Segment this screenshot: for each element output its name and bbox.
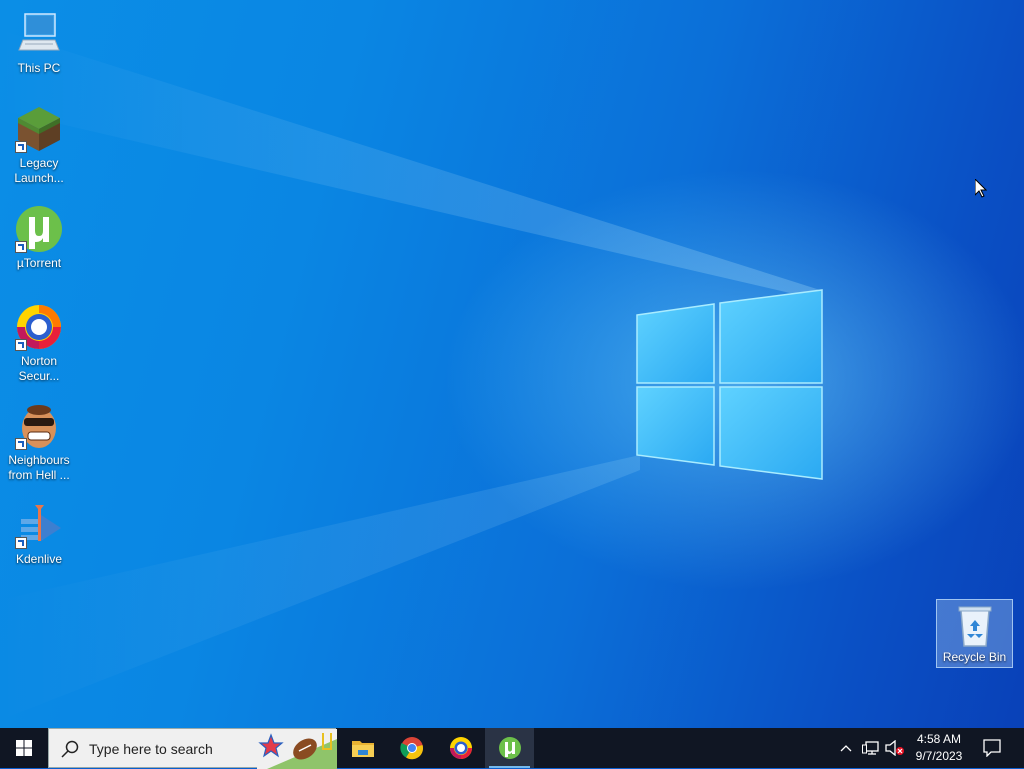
recycle-bin-icon [955,604,995,648]
minecraft-grass-block-icon [15,105,63,153]
desktop-icon-label: µTorrent [16,256,62,270]
desktop-icon-neighbours-from-hell[interactable]: Neighbours from Hell ... [1,402,77,483]
desktop-icon-norton[interactable]: Norton Secur... [1,303,77,384]
desktop-icon-recycle-bin[interactable]: Recycle Bin [936,599,1013,668]
utorrent-icon [498,737,521,759]
shortcut-arrow-icon [15,241,27,253]
desktop-icon-legacy-launcher[interactable]: Legacy Launch... [1,105,77,186]
file-explorer-icon [351,741,374,757]
kdenlive-icon [15,501,63,549]
desktop-icon-kdenlive[interactable]: Kdenlive [1,501,77,567]
windows-logo-icon [16,740,32,756]
start-button[interactable] [0,728,48,768]
wallpaper-windows-logo [0,30,823,720]
taskbar: Type here to search 4:58 AM 9/7/2023 [0,728,1024,769]
show-hidden-icons-button[interactable] [836,728,856,768]
desktop[interactable]: This PC Legacy Launch... µTorrent Norton… [0,0,1024,728]
network-icon [862,741,879,755]
shortcut-arrow-icon [15,339,27,351]
notification-icon [983,739,1001,757]
desktop-icon-label: Kdenlive [15,552,63,566]
utorrent-icon [15,205,63,253]
norton-icon [15,303,63,351]
clock-time: 4:58 AM [916,732,962,746]
network-status-button[interactable] [860,728,882,768]
shortcut-arrow-icon [15,438,27,450]
clock-date: 9/7/2023 [915,749,963,763]
desktop-icon-utorrent[interactable]: µTorrent [1,205,77,271]
mouse-cursor-icon [975,179,987,198]
clock[interactable]: 4:58 AM 9/7/2023 [906,731,972,765]
taskbar-norton[interactable] [436,728,485,768]
desktop-icon-label: Neighbours from Hell ... [8,453,70,482]
shortcut-arrow-icon [15,537,27,549]
desktop-icon-label: This PC [17,61,61,75]
desktop-icon-this-pc[interactable]: This PC [1,10,77,76]
volume-muted-icon [885,740,904,756]
norton-icon [449,737,472,759]
recycle-bin-label: Recycle Bin [942,650,1007,664]
neighbours-from-hell-face-icon [15,402,63,450]
desktop-icon-label: Legacy Launch... [14,156,64,185]
desktop-icon-label: Norton Secur... [18,354,60,383]
search-placeholder: Type here to search [89,741,213,757]
shortcut-arrow-icon [15,141,27,153]
taskbar-file-explorer[interactable] [338,728,387,768]
search-icon [61,740,79,758]
volume-button[interactable] [884,728,906,768]
search-highlight-football-icon [257,729,337,769]
taskbar-chrome[interactable] [387,728,436,768]
chevron-up-icon [840,745,852,752]
search-box[interactable]: Type here to search [48,728,337,769]
taskbar-utorrent[interactable] [485,728,534,768]
this-pc-icon [15,10,63,58]
chrome-icon [399,737,423,760]
action-center-button[interactable] [978,728,1006,768]
